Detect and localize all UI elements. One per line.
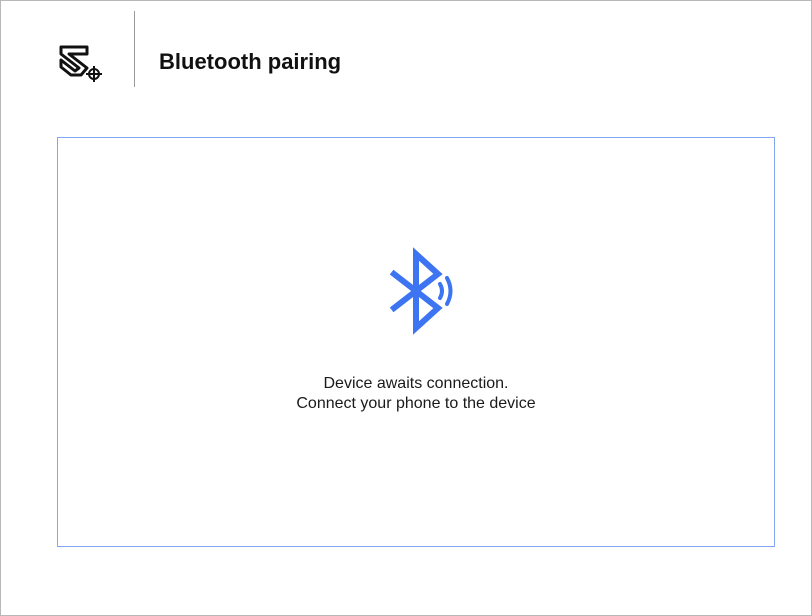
pairing-status-panel: Device awaits connection. Connect your p… <box>57 137 775 547</box>
header: Bluetooth pairing <box>1 1 811 87</box>
page-title: Bluetooth pairing <box>159 49 342 74</box>
brand-logo-icon <box>59 45 102 82</box>
pairing-message: Device awaits connection. Connect your p… <box>58 374 774 414</box>
message-line-2: Connect your phone to the device <box>296 395 536 412</box>
message-line-1: Device awaits connection. <box>323 375 509 392</box>
header-divider <box>134 11 135 87</box>
pairing-window: Bluetooth pairing Device awaits connecti… <box>0 0 812 616</box>
bluetooth-icon <box>389 247 453 335</box>
